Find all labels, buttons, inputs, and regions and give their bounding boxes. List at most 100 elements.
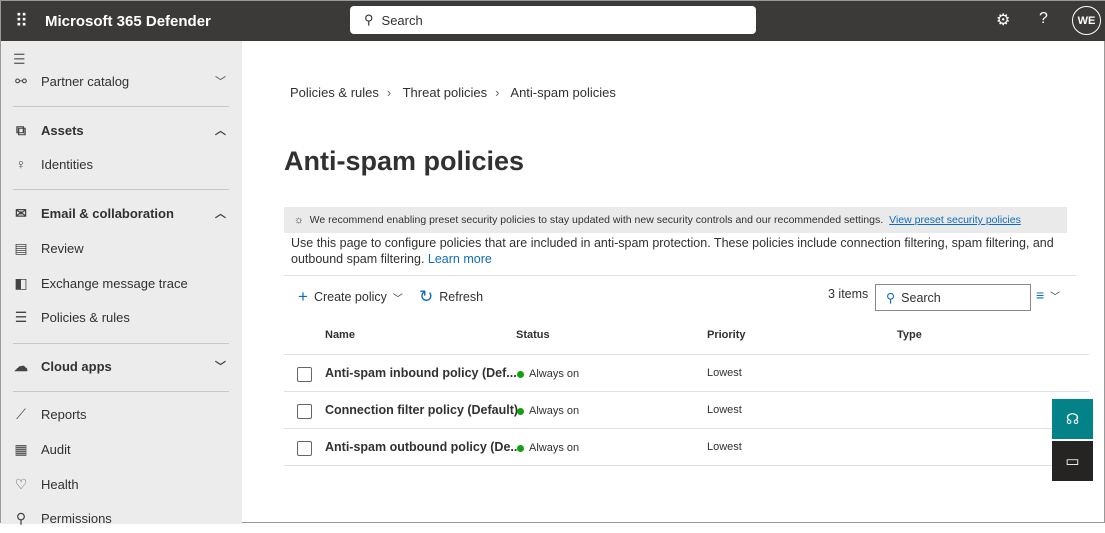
- divider: [284, 275, 1076, 276]
- recommendation-banner: ☼ We recommend enabling preset security …: [284, 207, 1067, 233]
- row-checkbox[interactable]: [297, 441, 312, 456]
- breadcrumb-item: Anti-spam policies: [510, 85, 616, 100]
- sidebar-item-label: Identities: [41, 156, 94, 172]
- sidebar-item-label: Exchange message trace: [41, 275, 188, 291]
- chevron-up-icon[interactable]: ︿: [215, 205, 226, 221]
- sidebar-item-label: Reports: [41, 406, 87, 422]
- table-row[interactable]: Anti-spam inbound policy (Def... Always o…: [284, 355, 1089, 392]
- top-bar: ⠿ Microsoft 365 Defender ⚲ Search ⚙ ? WE: [1, 1, 1105, 41]
- refresh-button[interactable]: ↻ Refresh: [419, 287, 483, 307]
- person-icon: ♀: [15, 156, 27, 172]
- sidebar-item-email-collaboration[interactable]: ✉ Email & collaboration ︿: [1, 198, 242, 228]
- sidebar-item-exchange-message-trace[interactable]: ◧ Exchange message trace: [1, 268, 242, 298]
- chat-icon: ▭: [1065, 453, 1080, 470]
- sidebar-item-partner-catalog[interactable]: ⚯ Partner catalog ﹀: [1, 66, 242, 96]
- exchange-icon: ◧: [14, 274, 28, 291]
- sidebar-item-health[interactable]: ♡ Health: [1, 469, 242, 499]
- global-search-input[interactable]: ⚲ Search: [350, 6, 756, 34]
- lightbulb-icon: ☼: [294, 214, 304, 226]
- filter-lines-icon: ≡: [1036, 287, 1045, 303]
- sidebar-item-label: Review: [41, 240, 84, 256]
- sidebar-item-label: Assets: [41, 122, 84, 138]
- heart-icon: ♡: [14, 475, 28, 492]
- sidebar-item-label: Cloud apps: [41, 358, 112, 374]
- view-preset-link[interactable]: View preset security policies: [889, 214, 1021, 226]
- plus-icon: +: [298, 287, 308, 306]
- sidebar: ☰ ⚯ Partner catalog ﹀ ⧉ Assets ︿ ♀ Identities ✉ E…: [1, 41, 242, 526]
- chevron-down-icon: ﹀: [392, 293, 403, 305]
- policy-name[interactable]: Anti-spam inbound policy (Def...: [325, 366, 517, 380]
- search-icon: ⚲: [886, 291, 896, 305]
- status-badge: Always on: [517, 442, 579, 454]
- breadcrumb: Policies & rules › Threat policies › Anti-…: [290, 85, 616, 100]
- chevron-down-icon: ﹀: [1050, 291, 1061, 303]
- sidebar-item-label: Audit: [41, 441, 71, 457]
- table-search-input[interactable]: ⚲ Search: [875, 284, 1031, 311]
- assets-icon: ⧉: [16, 121, 26, 138]
- main-content: Policies & rules › Threat policies › Anti-…: [242, 41, 1104, 522]
- priority-value: Lowest: [707, 441, 742, 453]
- policy-name[interactable]: Connection filter policy (Default): [325, 403, 518, 417]
- sidebar-item-policies-rules[interactable]: ☰ Policies & rules: [1, 302, 242, 332]
- review-icon: ▤: [14, 239, 28, 256]
- key-icon: ⚲: [15, 509, 27, 526]
- page-title: Anti-spam policies: [284, 146, 525, 176]
- status-dot-icon: [517, 407, 524, 415]
- divider: [13, 343, 229, 344]
- sidebar-item-identities[interactable]: ♀ Identities: [1, 149, 242, 179]
- status-badge: Always on: [517, 368, 579, 380]
- sidebar-item-assets[interactable]: ⧉ Assets ︿: [1, 115, 242, 145]
- status-dot-icon: [517, 444, 524, 452]
- sidebar-item-audit[interactable]: ▦ Audit: [1, 434, 242, 464]
- avatar[interactable]: WE: [1072, 6, 1101, 35]
- row-checkbox[interactable]: [297, 367, 312, 382]
- audit-icon: ▦: [14, 440, 28, 457]
- support-button[interactable]: ☊: [1052, 399, 1093, 439]
- sliders-icon: ☰: [14, 308, 28, 325]
- status-badge: Always on: [517, 405, 579, 417]
- status-dot-icon: [517, 370, 524, 378]
- divider: [13, 106, 229, 107]
- column-header-status[interactable]: Status: [516, 329, 550, 341]
- sidebar-item-label: Partner catalog: [41, 73, 130, 89]
- table-row[interactable]: Connection filter policy (Default) Always…: [284, 392, 1089, 429]
- partner-icon: ⚯: [15, 72, 27, 89]
- sidebar-item-reports[interactable]: ⟋ Reports: [1, 399, 242, 429]
- column-header-name[interactable]: Name: [325, 329, 355, 341]
- feedback-button[interactable]: ▭: [1052, 441, 1093, 481]
- divider: [13, 189, 229, 190]
- row-checkbox[interactable]: [297, 404, 312, 419]
- table-row[interactable]: Anti-spam outbound policy (De... Always o…: [284, 429, 1089, 466]
- app-title: Microsoft 365 Defender: [45, 12, 211, 30]
- page-description: Use this page to configure policies that…: [291, 236, 1054, 266]
- breadcrumb-item[interactable]: Policies & rules: [290, 85, 379, 100]
- mail-icon: ✉: [15, 204, 27, 221]
- breadcrumb-item[interactable]: Threat policies: [403, 85, 488, 100]
- column-header-type[interactable]: Type: [897, 329, 922, 341]
- sidebar-item-label: Policies & rules: [41, 309, 130, 325]
- sidebar-item-label: Permissions: [41, 510, 112, 526]
- search-icon: ⚲: [364, 12, 374, 27]
- help-icon[interactable]: ?: [1039, 10, 1048, 28]
- sidebar-item-review[interactable]: ▤ Review: [1, 233, 242, 263]
- create-policy-button[interactable]: + Create policy ﹀: [298, 287, 403, 307]
- sidebar-item-permissions[interactable]: ⚲ Permissions: [1, 503, 242, 533]
- sidebar-item-cloud-apps[interactable]: ☁ Cloud apps ﹀: [1, 351, 242, 381]
- divider: [13, 391, 229, 392]
- chevron-up-icon[interactable]: ︿: [215, 122, 226, 138]
- policy-name[interactable]: Anti-spam outbound policy (De...: [325, 440, 521, 454]
- refresh-icon: ↻: [419, 287, 434, 306]
- chart-icon: ⟋: [16, 405, 26, 422]
- sidebar-item-label: Email & collaboration: [41, 205, 174, 221]
- item-count: 3 items: [828, 287, 869, 301]
- cloud-icon: ☁: [14, 357, 28, 374]
- sidebar-item-label: Health: [41, 476, 79, 492]
- learn-more-link[interactable]: Learn more: [428, 252, 492, 266]
- chevron-down-icon[interactable]: ﹀: [215, 358, 226, 374]
- column-header-priority[interactable]: Priority: [707, 329, 746, 341]
- chevron-down-icon[interactable]: ﹀: [215, 73, 226, 89]
- filter-view-button[interactable]: ≡ ﹀: [1036, 287, 1060, 303]
- priority-value: Lowest: [707, 367, 742, 379]
- app-launcher-icon[interactable]: ⠿: [1, 11, 41, 32]
- gear-icon[interactable]: ⚙: [996, 10, 1010, 30]
